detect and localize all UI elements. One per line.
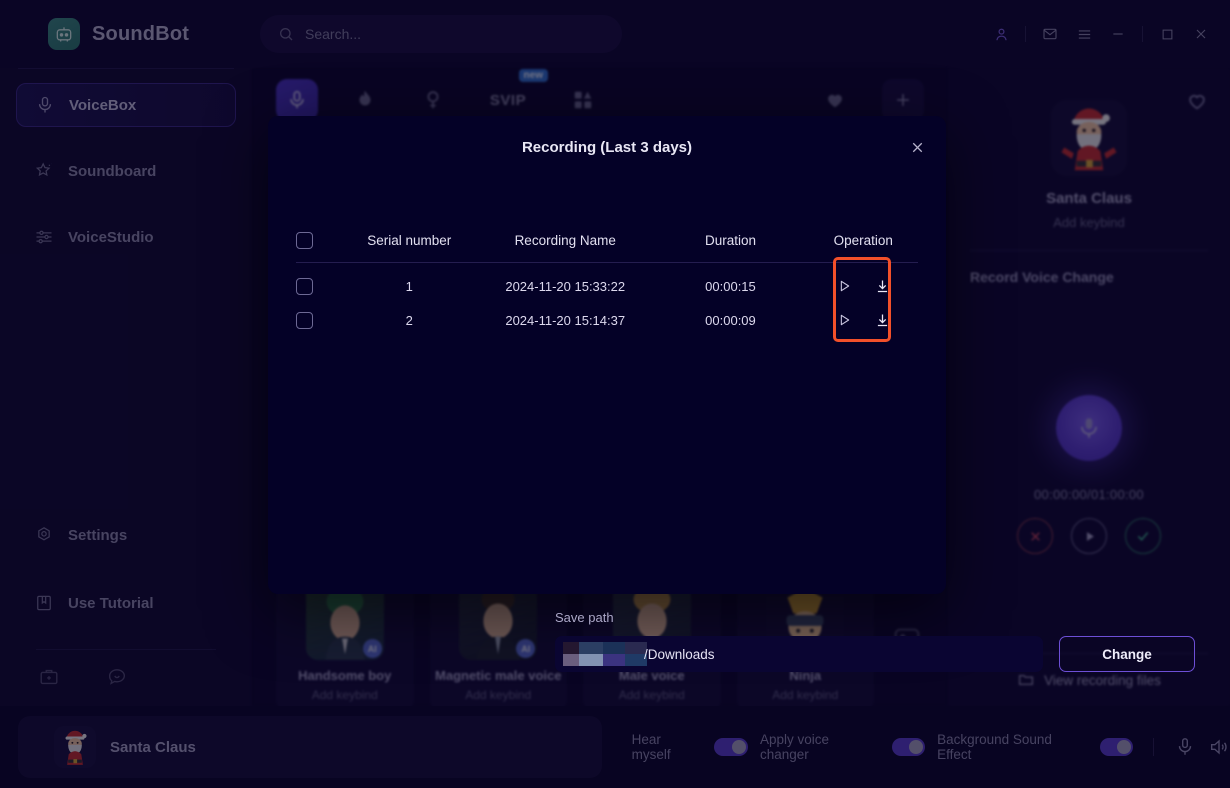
column-duration: Duration — [704, 232, 756, 248]
cell-duration: 00:00:15 — [705, 278, 756, 294]
cell-operation — [808, 278, 918, 295]
app-window: SoundBot Search... — [0, 0, 1230, 788]
dialog-header: Recording (Last 3 days) — [268, 116, 946, 178]
column-recording-name: Recording Name — [514, 232, 616, 248]
row-checkbox[interactable] — [296, 277, 313, 295]
play-icon[interactable] — [836, 278, 852, 294]
change-save-path-button[interactable]: Change — [1059, 636, 1195, 672]
row-select-cell — [296, 311, 341, 329]
table-header: Serial number Recording Name Duration Op… — [296, 222, 918, 258]
save-path-label: Save path — [555, 610, 614, 625]
column-operation: Operation — [833, 232, 893, 248]
redacted-path-block — [563, 642, 647, 666]
download-icon[interactable] — [874, 312, 891, 329]
row-checkbox[interactable] — [296, 311, 313, 329]
play-icon[interactable] — [836, 312, 852, 328]
select-all-cell — [296, 231, 341, 249]
recording-dialog: Recording (Last 3 days) Serial number Re… — [268, 116, 1195, 672]
table-row[interactable]: 2 2024-11-20 15:14:37 00:00:09 — [296, 303, 918, 337]
recordings-table: Serial number Recording Name Duration Op… — [268, 178, 946, 337]
cell-recording-name: 2024-11-20 15:33:22 — [505, 278, 626, 294]
cell-serial-number: 2 — [405, 312, 413, 328]
cell-operation — [808, 312, 918, 329]
save-path-value: /Downloads — [644, 646, 715, 662]
table-row[interactable]: 1 2024-11-20 15:33:22 00:00:15 — [296, 269, 918, 303]
select-all-checkbox[interactable] — [296, 231, 313, 249]
dialog-title: Recording (Last 3 days) — [521, 138, 693, 156]
row-select-cell — [296, 277, 341, 295]
cell-serial-number: 1 — [405, 278, 413, 294]
column-serial-number: Serial number — [367, 232, 452, 248]
cell-recording-name: 2024-11-20 15:14:37 — [505, 312, 626, 328]
cell-duration: 00:00:09 — [705, 312, 756, 328]
table-divider — [296, 262, 918, 263]
save-path-input[interactable]: /Downloads — [555, 636, 1043, 672]
close-icon[interactable] — [906, 136, 928, 158]
download-icon[interactable] — [874, 278, 891, 295]
